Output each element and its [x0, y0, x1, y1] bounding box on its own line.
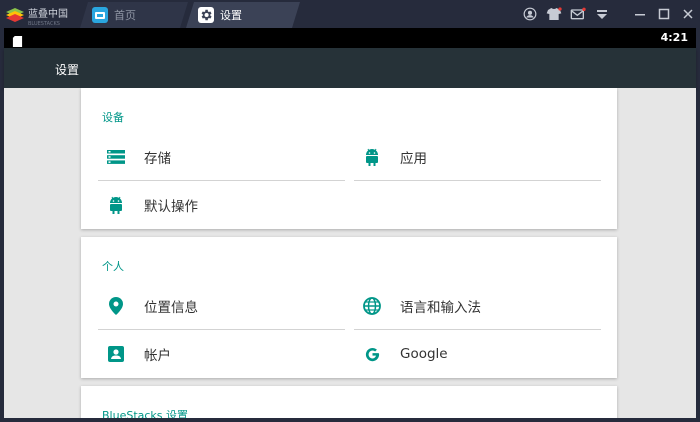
shirt-icon[interactable]: [543, 3, 565, 25]
settings-item-apps[interactable]: 应用: [354, 133, 601, 181]
location-pin-icon: [105, 295, 127, 317]
section-title: 设备: [102, 111, 124, 124]
settings-item-label: 位置信息: [144, 300, 198, 316]
settings-item-accounts[interactable]: 帐户: [98, 330, 345, 378]
window-frame-bottom: [0, 418, 700, 422]
gear-icon: [198, 7, 214, 23]
settings-item-label: 默认操作: [144, 199, 198, 215]
account-icon: [105, 343, 127, 365]
settings-list[interactable]: 设备 存储 应用 默认操作 个人 位置信息 语言和输入法 帐户 Google B…: [4, 88, 696, 418]
settings-item-google[interactable]: Google: [354, 330, 601, 378]
status-clock: 4:21: [660, 31, 688, 44]
section-bluestacks: BlueStacks 设置: [81, 386, 617, 418]
settings-item-label: 语言和输入法: [400, 300, 481, 316]
android-icon: [361, 146, 383, 168]
globe-icon: [361, 295, 383, 317]
logo-subtext: BLUESTACKS: [28, 20, 60, 27]
settings-item-label: 帐户: [144, 348, 171, 364]
tab-settings-label: 设置: [220, 9, 242, 22]
storage-icon: [105, 146, 127, 168]
section-title: BlueStacks 设置: [102, 409, 189, 418]
settings-item-storage[interactable]: 存储: [98, 133, 345, 181]
logo-text: 蓝叠中国: [28, 8, 68, 20]
settings-item-language-input[interactable]: 语言和输入法: [354, 282, 601, 330]
minimize-icon[interactable]: [629, 3, 651, 25]
page-title: 设置: [55, 63, 80, 77]
section-device: 设备 存储 应用 默认操作: [81, 88, 617, 229]
settings-item-label: Google: [400, 346, 448, 362]
tab-settings[interactable]: 设置: [186, 2, 300, 28]
settings-item-default-actions[interactable]: 默认操作: [98, 181, 345, 229]
bluestacks-logo-icon: [6, 7, 24, 22]
maximize-icon[interactable]: [653, 3, 675, 25]
google-g-icon: [361, 343, 383, 365]
account-circle-icon[interactable]: [519, 3, 541, 25]
tab-home[interactable]: 首页: [80, 2, 188, 28]
menu-dropdown-icon[interactable]: [591, 3, 613, 25]
bluestacks-logo: 蓝叠中国 BLUESTACKS: [6, 4, 78, 27]
mail-icon[interactable]: [567, 3, 589, 25]
close-icon[interactable]: [677, 3, 699, 25]
settings-item-location[interactable]: 位置信息: [98, 282, 345, 330]
settings-item-label: 存储: [144, 151, 171, 167]
section-title: 个人: [102, 260, 124, 273]
android-status-bar: 4:21: [4, 28, 696, 48]
window-title-bar: 蓝叠中国 BLUESTACKS 首页 设置: [0, 0, 700, 28]
window-controls: [518, 0, 700, 28]
action-bar: 设置: [4, 48, 696, 88]
section-personal: 个人 位置信息 语言和输入法 帐户 Google: [81, 237, 617, 378]
home-icon: [92, 7, 108, 23]
settings-item-label: 应用: [400, 151, 427, 167]
tab-home-label: 首页: [114, 9, 136, 22]
android-icon: [105, 194, 127, 216]
